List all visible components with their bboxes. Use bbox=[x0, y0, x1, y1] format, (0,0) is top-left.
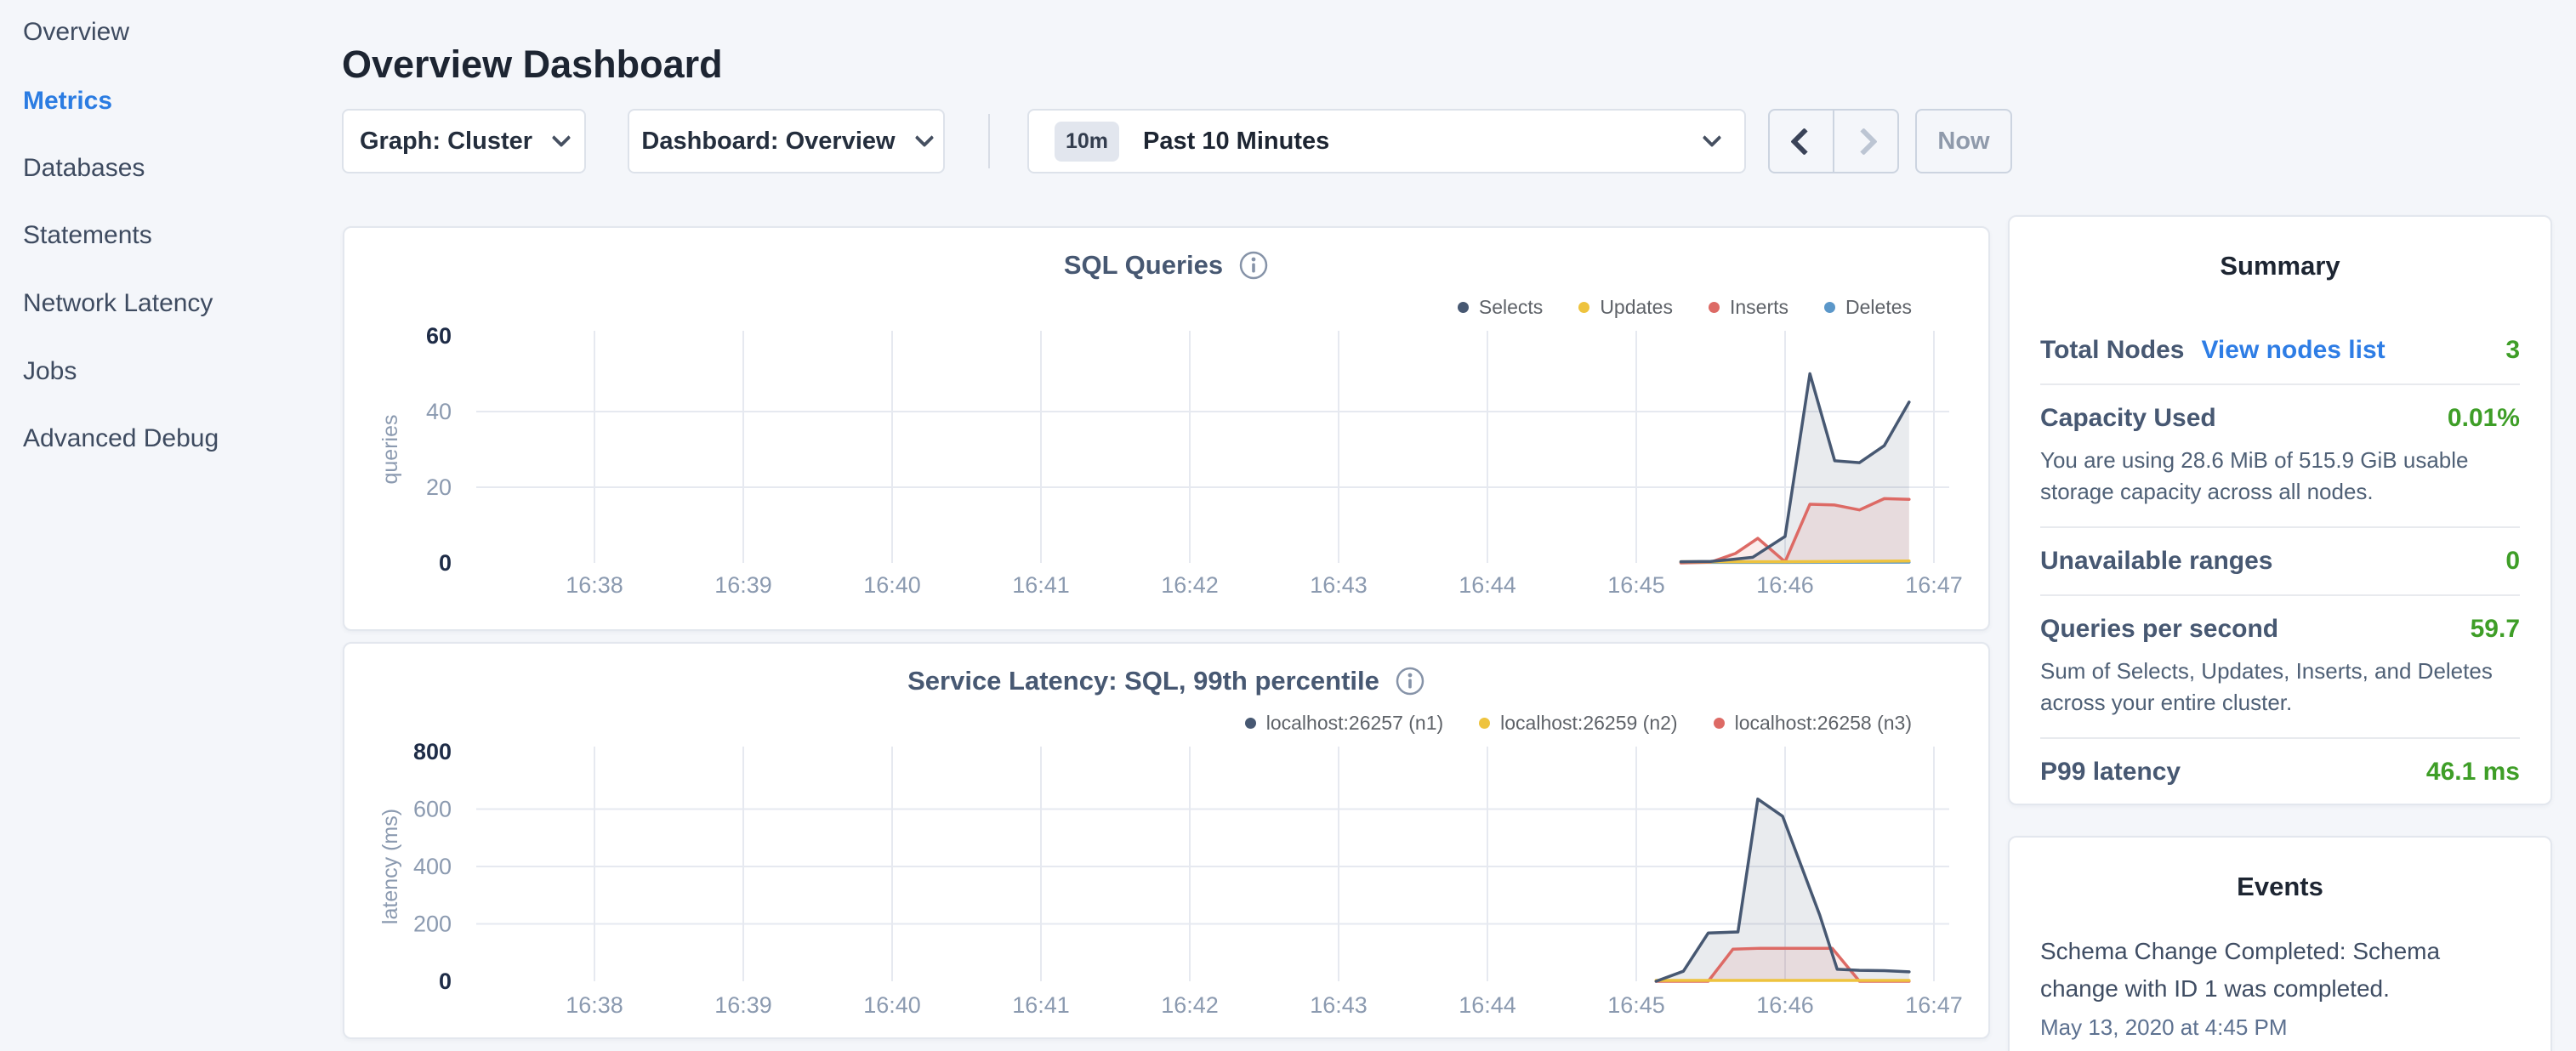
svg-text:latency (ms): latency (ms) bbox=[378, 809, 402, 924]
summary-title: Summary bbox=[2010, 217, 2550, 281]
sidebar-item-jobs[interactable]: Jobs bbox=[23, 354, 77, 389]
time-step-forward-button[interactable] bbox=[1834, 109, 1899, 173]
svg-text:16:42: 16:42 bbox=[1161, 992, 1219, 1018]
time-range-badge: 10m bbox=[1055, 122, 1119, 162]
summary-label: Queries per second bbox=[2040, 615, 2278, 644]
svg-text:400: 400 bbox=[413, 854, 452, 879]
summary-row-unavailable-ranges: Unavailable ranges 0 bbox=[2040, 528, 2520, 594]
svg-text:60: 60 bbox=[426, 323, 452, 349]
svg-text:16:39: 16:39 bbox=[714, 992, 772, 1018]
summary-panel: Summary Total Nodes View nodes list 3 Ca… bbox=[2008, 215, 2552, 805]
svg-text:0: 0 bbox=[439, 550, 452, 576]
summary-row-qps: Queries per second 59.7 Sum of Selects, … bbox=[2040, 596, 2520, 737]
summary-value: 59.7 bbox=[2471, 615, 2520, 644]
service-latency-chart[interactable]: 0 200 400 600 800 16:38 16:39 16:40 16:41 16:42 16… bbox=[344, 644, 1988, 1037]
svg-text:16:45: 16:45 bbox=[1607, 992, 1665, 1018]
events-title: Events bbox=[2010, 838, 2550, 902]
summary-value: 46.1 ms bbox=[2426, 758, 2520, 787]
svg-text:600: 600 bbox=[413, 797, 452, 822]
sidebar-item-overview[interactable]: Overview bbox=[23, 14, 129, 50]
summary-desc: You are using 28.6 MiB of 515.9 GiB usab… bbox=[2040, 445, 2520, 508]
time-range-label: Past 10 Minutes bbox=[1143, 128, 1329, 156]
dashboard-dropdown-label: Dashboard: Overview bbox=[641, 128, 895, 156]
dashboard-dropdown[interactable]: Dashboard: Overview bbox=[628, 109, 945, 173]
chevron-down-icon bbox=[914, 128, 934, 148]
summary-label: Capacity Used bbox=[2040, 404, 2216, 433]
event-message: Schema Change Completed: Schema change w… bbox=[2040, 933, 2520, 1008]
chevron-right-icon bbox=[1850, 128, 1878, 156]
summary-row-capacity-used: Capacity Used 0.01% You are using 28.6 M… bbox=[2040, 385, 2520, 526]
summary-label: P99 latency bbox=[2040, 758, 2181, 787]
graph-dropdown-label: Graph: Cluster bbox=[360, 128, 532, 156]
svg-text:16:43: 16:43 bbox=[1310, 572, 1368, 598]
svg-text:16:39: 16:39 bbox=[714, 572, 772, 598]
events-panel: Events Schema Change Completed: Schema c… bbox=[2008, 836, 2552, 1051]
summary-value: 0 bbox=[2505, 547, 2520, 576]
sidebar-item-network-latency[interactable]: Network Latency bbox=[23, 286, 213, 321]
summary-value: 3 bbox=[2505, 336, 2520, 365]
event-timestamp: May 13, 2020 at 4:45 PM bbox=[2040, 1014, 2520, 1041]
sql-queries-chart[interactable]: 0 20 40 60 16:38 16:39 16:40 16:41 16:42 16:43 16:… bbox=[344, 228, 1988, 629]
svg-text:200: 200 bbox=[413, 912, 452, 937]
summary-label: Total Nodes bbox=[2040, 336, 2184, 365]
event-item: Schema Change Completed: Schema change w… bbox=[2040, 933, 2520, 1041]
svg-text:16:45: 16:45 bbox=[1607, 572, 1665, 598]
svg-text:16:42: 16:42 bbox=[1161, 572, 1219, 598]
time-range-dropdown[interactable]: 10m Past 10 Minutes bbox=[1027, 109, 1746, 173]
service-latency-card: Service Latency: SQL, 99th percentile lo… bbox=[343, 642, 1990, 1039]
sidebar-item-databases[interactable]: Databases bbox=[23, 151, 145, 186]
svg-text:16:44: 16:44 bbox=[1459, 992, 1516, 1018]
svg-text:16:40: 16:40 bbox=[863, 992, 921, 1018]
sql-queries-card: SQL Queries SelectsUpdatesInsertsDeletes… bbox=[343, 226, 1990, 631]
view-nodes-list-link[interactable]: View nodes list bbox=[2201, 336, 2385, 365]
page: Overview Metrics Databases Statements Ne… bbox=[0, 0, 2576, 1051]
summary-value: 0.01% bbox=[2448, 404, 2520, 433]
svg-text:20: 20 bbox=[426, 474, 452, 500]
svg-text:800: 800 bbox=[413, 739, 452, 764]
chevron-down-icon bbox=[552, 128, 571, 148]
svg-text:16:46: 16:46 bbox=[1756, 572, 1814, 598]
svg-text:queries: queries bbox=[378, 415, 402, 485]
page-title: Overview Dashboard bbox=[342, 43, 723, 87]
svg-text:16:41: 16:41 bbox=[1012, 572, 1070, 598]
summary-row-total-nodes: Total Nodes View nodes list 3 bbox=[2040, 317, 2520, 383]
summary-row-p99-latency: P99 latency 46.1 ms bbox=[2040, 739, 2520, 805]
now-button[interactable]: Now bbox=[1915, 109, 2012, 173]
svg-text:0: 0 bbox=[439, 969, 452, 994]
svg-text:16:40: 16:40 bbox=[863, 572, 921, 598]
sidebar-item-statements[interactable]: Statements bbox=[23, 218, 152, 253]
chevron-left-icon bbox=[1790, 128, 1818, 156]
toolbar-divider bbox=[988, 114, 990, 168]
svg-text:16:41: 16:41 bbox=[1012, 992, 1070, 1018]
svg-text:40: 40 bbox=[426, 399, 452, 424]
svg-text:16:43: 16:43 bbox=[1310, 992, 1368, 1018]
svg-text:16:47: 16:47 bbox=[1905, 572, 1963, 598]
time-step-back-button[interactable] bbox=[1768, 109, 1834, 173]
svg-text:16:47: 16:47 bbox=[1905, 992, 1963, 1018]
chevron-down-icon bbox=[1703, 128, 1722, 148]
time-step-group bbox=[1768, 109, 1899, 173]
svg-text:16:38: 16:38 bbox=[566, 992, 623, 1018]
summary-desc: Sum of Selects, Updates, Inserts, and De… bbox=[2040, 656, 2520, 719]
svg-text:16:44: 16:44 bbox=[1459, 572, 1516, 598]
svg-text:16:46: 16:46 bbox=[1756, 992, 1814, 1018]
sidebar-item-advanced-debug[interactable]: Advanced Debug bbox=[23, 421, 219, 457]
svg-text:16:38: 16:38 bbox=[566, 572, 623, 598]
summary-label: Unavailable ranges bbox=[2040, 547, 2272, 576]
graph-dropdown[interactable]: Graph: Cluster bbox=[342, 109, 586, 173]
sidebar-item-metrics[interactable]: Metrics bbox=[23, 83, 112, 119]
